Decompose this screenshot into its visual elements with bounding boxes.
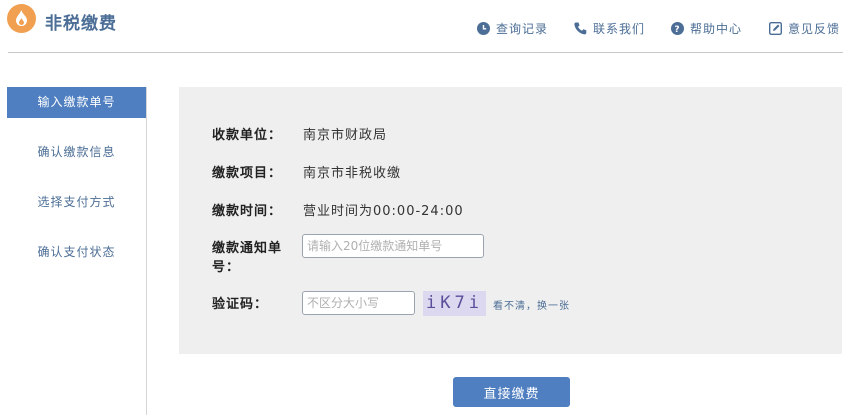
hours-value: 营业时间为00:00-24:00 (303, 204, 464, 219)
phone-icon (574, 22, 587, 35)
captcha-refresh-link[interactable]: 看不清，换一张 (493, 297, 570, 312)
notice-number-label-line2: 号： (212, 260, 241, 275)
help-center-label: 帮助中心 (690, 22, 743, 36)
top-nav: 查询记录 联系我们 ? 帮助中心 意见反馈 (0, 20, 856, 38)
header: 非税缴费 查询记录 联系我们 ? 帮助中心 意见反馈 (0, 0, 856, 53)
help-center-link[interactable]: ? 帮助中心 (671, 20, 742, 37)
payee-label: 收款单位： (212, 128, 283, 143)
step-enter-number[interactable]: 输入缴款单号 (7, 87, 146, 118)
hours-label: 缴款时间： (212, 204, 283, 219)
step-confirm-status[interactable]: 确认支付状态 (7, 237, 146, 268)
item-label: 缴款项目： (212, 166, 283, 181)
step-confirm-info[interactable]: 确认缴款信息 (7, 137, 146, 168)
payee-value: 南京市财政局 (303, 128, 388, 143)
notice-number-input[interactable] (302, 234, 484, 258)
edit-icon (769, 22, 782, 35)
item-value: 南京市非税收缴 (303, 166, 402, 181)
step-select-payment[interactable]: 选择支付方式 (7, 187, 146, 218)
clock-icon (477, 22, 490, 35)
query-records-link[interactable]: 查询记录 (477, 20, 548, 37)
captcha-label: 验证码： (212, 297, 269, 312)
captcha-image[interactable]: iK7i (423, 291, 486, 316)
contact-us-label: 联系我们 (593, 22, 646, 36)
step-sidebar: 输入缴款单号 确认缴款信息 选择支付方式 确认支付状态 (7, 87, 147, 415)
pay-now-button[interactable]: 直接缴费 (453, 377, 570, 407)
header-divider (8, 52, 843, 53)
feedback-link[interactable]: 意见反馈 (769, 20, 840, 37)
captcha-input[interactable] (302, 291, 415, 315)
notice-number-label-line1: 缴款通知单 (212, 241, 283, 256)
contact-us-link[interactable]: 联系我们 (574, 20, 645, 37)
help-icon: ? (671, 22, 684, 35)
svg-text:?: ? (674, 25, 680, 35)
feedback-label: 意见反馈 (788, 22, 841, 36)
query-records-label: 查询记录 (496, 22, 549, 36)
